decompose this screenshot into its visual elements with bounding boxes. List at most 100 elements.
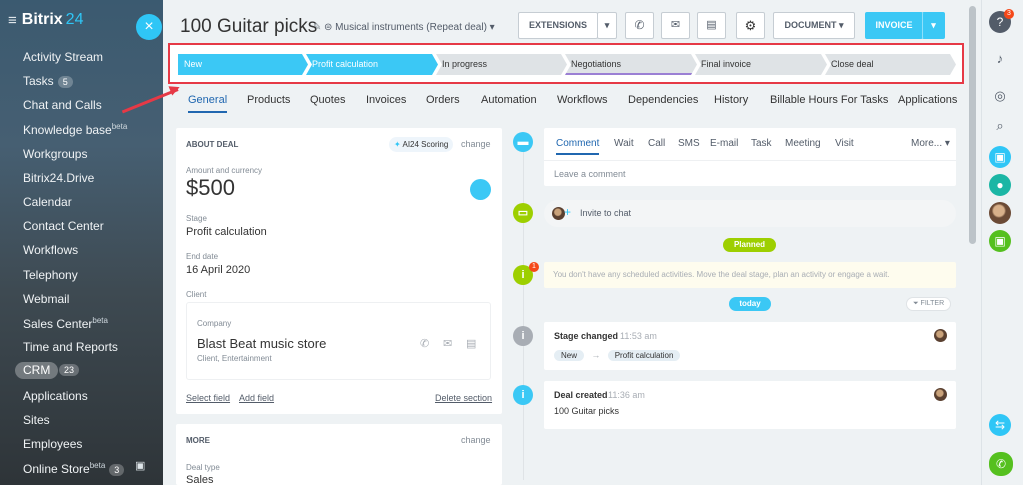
tab-history[interactable]: History [714, 94, 748, 106]
phone-icon[interactable]: ✆ [625, 12, 654, 39]
extensions-dropdown-icon[interactable]: ▾ [597, 12, 617, 39]
close-slider-icon[interactable]: × [136, 14, 162, 40]
add-field-link[interactable]: Add field [239, 393, 274, 403]
more-title: MORE [186, 436, 210, 445]
search-icon[interactable]: ⌕ [989, 115, 1011, 137]
no-activities-notice: You don't have any scheduled activities.… [544, 262, 956, 288]
sidebar-item-crm[interactable]: CRM [15, 362, 59, 379]
tab-workflows[interactable]: Workflows [557, 94, 608, 106]
tab-applications[interactable]: Applications [898, 94, 957, 106]
pipeline-selector[interactable]: ⊜ Musical instruments (Repeat deal) ▾ [324, 22, 495, 33]
sidebar-item-workgroups[interactable]: Workgroups [23, 147, 87, 161]
sidebar-item-employees[interactable]: Employees [23, 437, 82, 451]
stage-in-progress[interactable]: In progress [436, 54, 567, 75]
lock-green-icon[interactable]: ▣ [989, 230, 1011, 252]
filter-icon: ⏷ [913, 300, 921, 307]
activity-tab-task[interactable]: Task [751, 138, 772, 149]
client-chat-icon[interactable]: ▤ [466, 337, 476, 350]
sidebar-item-tasks[interactable]: Tasks 5 [23, 74, 73, 88]
stage-new[interactable]: New [178, 54, 308, 75]
deal-created-event: Deal created 11:36 am 100 Guitar picks [544, 381, 956, 429]
tab-general[interactable]: General [188, 94, 228, 113]
document-button[interactable]: DOCUMENT ▾ [773, 12, 855, 39]
user-avatar-icon[interactable] [989, 202, 1011, 224]
activity-tab-wait[interactable]: Wait [614, 138, 634, 149]
client-label: Client [186, 290, 207, 299]
call-icon[interactable]: ✆ [989, 452, 1013, 476]
activity-tab-call[interactable]: Call [648, 138, 665, 149]
sidebar-item-contact-center[interactable]: Contact Center [23, 219, 104, 233]
settings-gear-icon[interactable]: ⚙ [736, 12, 765, 39]
sidebar-item-sites[interactable]: Sites [23, 413, 50, 427]
sidebar-item-calendar[interactable]: Calendar [23, 195, 72, 209]
more-change-link[interactable]: change [461, 435, 491, 445]
today-badge: today [729, 297, 771, 311]
contact-icon[interactable]: ● [989, 174, 1011, 196]
sidebar-item-telephony[interactable]: Telephony [23, 268, 78, 282]
select-field-link[interactable]: Select field [186, 393, 230, 403]
logo[interactable]: Bitrix 24 [22, 11, 84, 29]
sidebar-item-sales-center[interactable]: Sales Centerbeta [23, 316, 108, 331]
comment-input[interactable]: Leave a comment [554, 169, 626, 179]
mail-icon[interactable]: ✉ [661, 12, 690, 39]
ai-scoring-button[interactable]: ✦ AI24 Scoring [389, 137, 454, 152]
tasks-icon[interactable]: ◎ [989, 85, 1011, 107]
company-name[interactable]: Blast Beat music store [197, 336, 326, 351]
scrollbar[interactable] [969, 6, 976, 244]
transfer-icon[interactable]: ⇆ [989, 414, 1011, 436]
edit-title-icon[interactable]: ✎ [313, 22, 321, 33]
invoice-button[interactable]: INVOICE [865, 12, 923, 39]
sidebar-item-workflows[interactable]: Workflows [23, 243, 78, 257]
sidebar-item-online-store[interactable]: Online Storebeta 3 [23, 461, 125, 476]
sidebar-item-drive[interactable]: Bitrix24.Drive [23, 171, 94, 185]
invoice-dropdown-icon[interactable]: ▾ [922, 12, 945, 39]
tab-billable-hours[interactable]: Billable Hours For Tasks [770, 94, 888, 106]
stage-close-deal[interactable]: Close deal [825, 54, 956, 75]
delete-section-link[interactable]: Delete section [435, 393, 492, 403]
chat-icon[interactable]: ▤ [697, 12, 726, 39]
tab-products[interactable]: Products [247, 94, 290, 106]
sidebar-item-webmail[interactable]: Webmail [23, 292, 69, 306]
lock-icon[interactable]: ▣ [989, 146, 1011, 168]
notification-counter: 1 [529, 262, 539, 272]
more-card: MORE change Deal type Sales [176, 424, 502, 485]
sidebar-item-applications[interactable]: Applications [23, 389, 88, 403]
invite-to-chat-bar[interactable]: + Invite to chat [544, 200, 956, 227]
activity-tab-comment[interactable]: Comment [556, 138, 600, 155]
activity-tab-meeting[interactable]: Meeting [785, 138, 821, 149]
sidebar-item-activity-stream[interactable]: Activity Stream [23, 50, 103, 64]
activity-more-button[interactable]: More... ▾ [911, 138, 950, 149]
printer-icon[interactable]: ▣ [135, 459, 145, 472]
invite-label: Invite to chat [580, 208, 632, 218]
filter-button[interactable]: ⏷ FILTER [906, 297, 952, 311]
stage-label: Stage [186, 214, 207, 223]
about-deal-title: ABOUT DEAL [186, 140, 239, 149]
deal-info-icon: i [513, 385, 533, 405]
tab-dependencies[interactable]: Dependencies [628, 94, 698, 106]
sidebar-item-time-reports[interactable]: Time and Reports [23, 340, 118, 354]
comment-bubble-icon: ▬ [513, 132, 533, 152]
author-avatar[interactable] [934, 388, 947, 401]
activity-tab-email[interactable]: E-mail [710, 138, 738, 149]
timeline-line [523, 150, 524, 480]
tab-orders[interactable]: Orders [426, 94, 460, 106]
stage-final-invoice[interactable]: Final invoice [695, 54, 827, 75]
activity-tab-visit[interactable]: Visit [835, 138, 854, 149]
sidebar-item-knowledge-base[interactable]: Knowledge basebeta [23, 122, 127, 137]
bell-icon[interactable]: ♪ [989, 48, 1011, 70]
author-avatar[interactable] [934, 329, 947, 342]
extensions-button[interactable]: EXTENSIONS [518, 12, 598, 39]
activity-tab-sms[interactable]: SMS [678, 138, 700, 149]
stage-profit-calculation[interactable]: Profit calculation [306, 54, 438, 75]
sidebar-item-chat[interactable]: Chat and Calls [23, 98, 102, 112]
tab-invoices[interactable]: Invoices [366, 94, 406, 106]
client-phone-icon[interactable]: ✆ [420, 337, 429, 350]
page-title: 100 Guitar picks [180, 16, 318, 37]
deal-color-indicator [470, 179, 491, 200]
stage-negotiations[interactable]: Negotiations [565, 54, 697, 75]
tab-automation[interactable]: Automation [481, 94, 537, 106]
change-link[interactable]: change [461, 139, 491, 149]
menu-icon[interactable]: ≡ [8, 12, 17, 29]
tab-quotes[interactable]: Quotes [310, 94, 345, 106]
client-mail-icon[interactable]: ✉ [443, 337, 452, 350]
